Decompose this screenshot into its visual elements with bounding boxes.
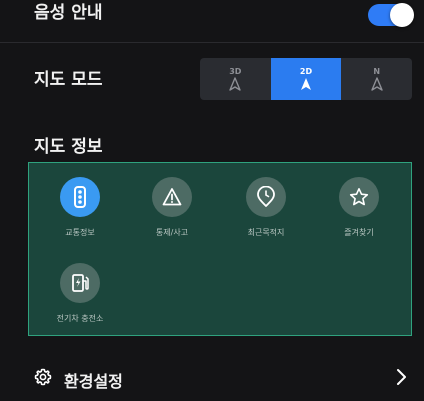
ev-charger-tile[interactable]: 전기차 충전소: [40, 263, 120, 324]
toggle-knob: [390, 3, 414, 27]
location-clock-icon: [257, 186, 275, 207]
chevron-right-icon[interactable]: [395, 368, 407, 386]
map-mode-label: 지도 모드: [34, 70, 103, 90]
star-icon: [349, 188, 369, 206]
map-mode-north-button[interactable]: N: [341, 58, 412, 100]
voice-guide-row: 음성 안내: [0, 0, 424, 42]
favorites-tile[interactable]: 즐겨찾기: [319, 177, 399, 238]
ev-charger-button[interactable]: [60, 263, 100, 303]
favorites-label: 즐겨찾기: [344, 228, 374, 237]
warning-triangle-icon: [162, 188, 182, 206]
navigation-arrow-icon: [301, 78, 311, 90]
map-mode-north-label: N: [373, 67, 381, 76]
ev-charger-label: 전기차 충전소: [56, 314, 104, 323]
traffic-info-button[interactable]: [60, 177, 100, 217]
incident-button[interactable]: [152, 177, 192, 217]
incident-label: 통제/사고: [155, 228, 189, 237]
map-info-panel: 교통정보 통제/사고 최근목적지 즐겨찾기 전기차 충전소: [28, 162, 412, 336]
map-mode-2d-label: 2D: [299, 67, 313, 76]
favorites-button[interactable]: [339, 177, 379, 217]
navigation-arrow-icon: [229, 77, 242, 91]
recent-destination-tile[interactable]: 최근목적지: [226, 177, 306, 238]
map-settings-panel: 음성 안내 지도 모드 3D 2D N 지도 정보 교통정보 통제/사고 최근목…: [0, 0, 424, 401]
voice-guide-toggle[interactable]: [368, 3, 414, 27]
map-mode-3d-button[interactable]: 3D: [200, 58, 271, 100]
map-info-label: 지도 정보: [34, 137, 103, 157]
gear-icon: [34, 368, 52, 386]
recent-destination-button[interactable]: [246, 177, 286, 217]
traffic-info-tile[interactable]: 교통정보: [40, 177, 120, 238]
incident-tile[interactable]: 통제/사고: [132, 177, 212, 238]
recent-destination-label: 최근목적지: [247, 228, 285, 237]
traffic-info-label: 교통정보: [65, 228, 95, 237]
map-mode-3d-label: 3D: [229, 67, 242, 76]
ev-charger-icon: [72, 274, 89, 292]
traffic-light-icon: [74, 186, 86, 208]
settings-row[interactable]: 환경설정: [0, 356, 424, 401]
divider: [0, 42, 424, 43]
map-mode-segmented-control: 3D 2D N: [200, 58, 412, 100]
map-mode-2d-button[interactable]: 2D: [270, 58, 342, 100]
voice-guide-label: 음성 안내: [34, 3, 103, 23]
settings-label: 환경설정: [64, 372, 123, 391]
navigation-arrow-icon: [370, 77, 383, 91]
